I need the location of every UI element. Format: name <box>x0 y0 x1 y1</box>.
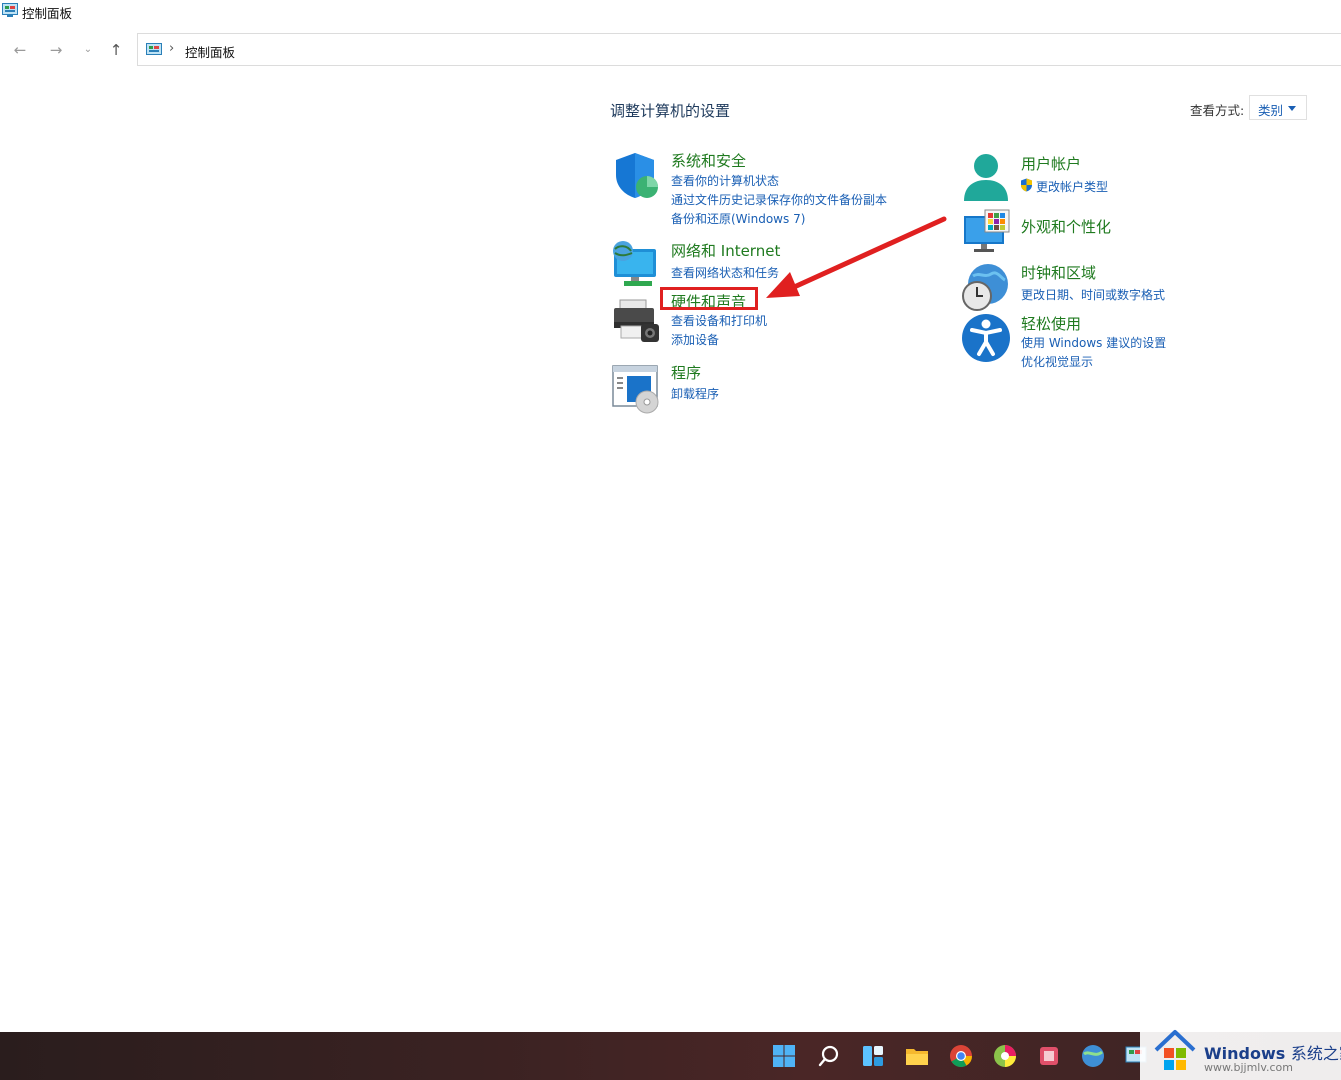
back-arrow-icon[interactable]: ← <box>10 40 30 60</box>
category-title-system-security[interactable]: 系统和安全 <box>671 150 746 171</box>
accessibility-icon <box>962 314 1010 362</box>
window-title: 控制面板 <box>22 6 73 21</box>
color-browser-icon[interactable] <box>993 1044 1017 1068</box>
uac-shield-icon <box>1021 178 1032 192</box>
forward-arrow-icon[interactable]: → <box>46 40 66 60</box>
category-clock-region: 时钟和区域 更改日期、时间或数字格式 <box>961 262 1261 312</box>
category-ease-of-access: 轻松使用 使用 Windows 建议的设置 优化视觉显示 <box>961 313 1261 373</box>
link-change-account-type[interactable]: 更改帐户类型 <box>1036 178 1108 195</box>
network-globe-icon <box>613 241 656 286</box>
category-title-appearance[interactable]: 外观和个性化 <box>1021 216 1111 237</box>
category-system-security: 系统和安全 查看你的计算机状态 通过文件历史记录保存你的文件备份副本 备份和还原… <box>611 150 911 230</box>
breadcrumb-item[interactable]: 控制面板 <box>185 42 235 61</box>
clock-globe-icon <box>962 264 1008 311</box>
file-explorer-icon[interactable] <box>905 1044 929 1068</box>
link-change-date-time[interactable]: 更改日期、时间或数字格式 <box>1021 286 1165 303</box>
link-network-status[interactable]: 查看网络状态和任务 <box>671 264 779 281</box>
monitor-personalize-icon <box>964 209 1010 252</box>
category-title-ease-of-access[interactable]: 轻松使用 <box>1021 313 1081 334</box>
up-arrow-icon[interactable]: ↑ <box>106 40 126 60</box>
category-title-user-accounts[interactable]: 用户帐户 <box>1021 153 1081 174</box>
link-add-device[interactable]: 添加设备 <box>671 331 719 348</box>
windows-start-icon[interactable] <box>772 1044 796 1068</box>
chrome-icon[interactable] <box>949 1044 973 1068</box>
link-view-computer-status[interactable]: 查看你的计算机状态 <box>671 172 779 189</box>
programs-icon <box>612 365 659 414</box>
category-title-programs[interactable]: 程序 <box>671 362 701 383</box>
globe-app-icon[interactable] <box>1081 1044 1105 1068</box>
view-by-label: 查看方式: <box>1190 103 1245 118</box>
category-appearance: 外观和个性化 <box>961 208 1261 252</box>
link-devices-printers[interactable]: 查看设备和打印机 <box>671 312 767 329</box>
link-recommended-settings[interactable]: 使用 Windows 建议的设置 <box>1021 334 1166 351</box>
view-by-dropdown[interactable]: 类别 <box>1249 95 1307 120</box>
dropdown-caret-icon[interactable] <box>1288 106 1296 111</box>
control-panel-icon <box>2 3 18 17</box>
watermark-url: www.bjjmlv.com <box>1204 1061 1293 1074</box>
category-user-accounts: 用户帐户 更改帐户类型 <box>961 152 1261 202</box>
view-by-value[interactable]: 类别 <box>1258 100 1283 119</box>
printer-icon <box>614 299 659 342</box>
search-icon[interactable] <box>817 1044 841 1068</box>
category-hardware-sound: 硬件和声音 查看设备和打印机 添加设备 <box>611 290 911 348</box>
link-file-history[interactable]: 通过文件历史记录保存你的文件备份副本 <box>671 191 887 208</box>
link-optimize-visual-display[interactable]: 优化视觉显示 <box>1021 353 1093 370</box>
link-backup-restore[interactable]: 备份和还原(Windows 7) <box>671 210 805 227</box>
category-title-clock-region[interactable]: 时钟和区域 <box>1021 262 1096 283</box>
category-network-internet: 网络和 Internet 查看网络状态和任务 <box>611 239 911 289</box>
user-icon <box>964 154 1008 201</box>
link-uninstall-program[interactable]: 卸载程序 <box>671 385 719 402</box>
breadcrumb-separator[interactable]: › <box>169 41 174 56</box>
title-bar: 控制面板 <box>0 0 1341 24</box>
address-bar[interactable]: › 控制面板 <box>137 33 1341 66</box>
navigation-bar: ← → ⌄ ↑ › 控制面板 <box>0 32 1341 68</box>
annotation-highlight-box <box>660 287 758 310</box>
shield-icon <box>616 153 658 198</box>
chevron-down-icon[interactable]: ⌄ <box>78 40 98 60</box>
widgets-icon[interactable] <box>861 1044 885 1068</box>
windows-house-logo-icon <box>1154 1030 1196 1070</box>
control-panel-icon <box>146 43 162 55</box>
watermark: Windows 系统之家 www.bjjmlv.com <box>1140 1022 1341 1080</box>
category-programs: 程序 卸载程序 <box>611 362 911 414</box>
app-icon[interactable] <box>1037 1044 1061 1068</box>
category-title-network-internet[interactable]: 网络和 Internet <box>671 240 780 261</box>
page-title: 调整计算机的设置 <box>610 102 731 120</box>
